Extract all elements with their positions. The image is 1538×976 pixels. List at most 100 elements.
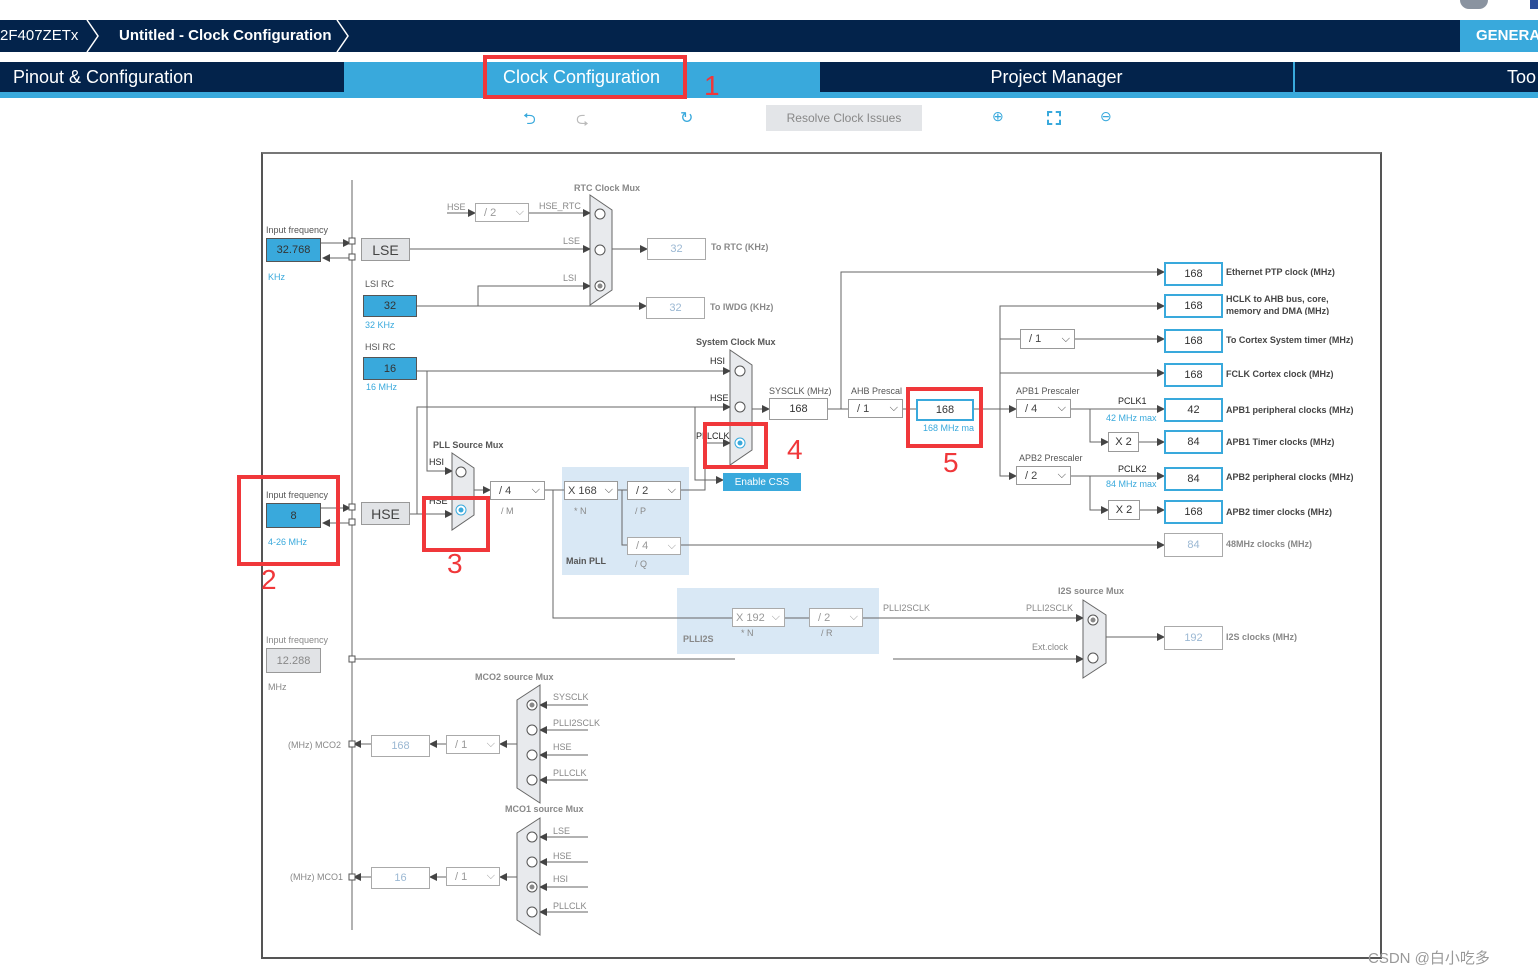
chevron-down-icon: ⌵ bbox=[667, 539, 676, 552]
pclk2-label: PCLK2 bbox=[1118, 464, 1147, 474]
clock-48mhz-value[interactable]: 84 bbox=[1164, 533, 1223, 557]
ahb-prescaler-dropdown[interactable]: / 1 ⌵ bbox=[848, 399, 903, 418]
apb1-peripheral-clock-value[interactable]: 42 bbox=[1164, 398, 1223, 422]
mco1-input-label: HSI bbox=[553, 874, 569, 884]
dropdown-value: / 4 bbox=[499, 484, 512, 497]
i2s-ext-label: Ext.clock bbox=[1032, 642, 1069, 652]
chevron-down-icon: ⌵ bbox=[667, 484, 676, 496]
output-label: Ethernet PTP clock (MHz) bbox=[1226, 267, 1335, 277]
hsi-label: HSI RC bbox=[365, 342, 396, 352]
cortex-system-timer-value[interactable]: 168 bbox=[1164, 329, 1223, 353]
mco1-input-label: LSE bbox=[553, 826, 571, 836]
apb1-timer-multiplier: X 2 bbox=[1108, 432, 1139, 452]
apb1-timer-clock-value[interactable]: 84 bbox=[1164, 430, 1223, 454]
dropdown-value: / 2 bbox=[484, 206, 497, 219]
pll-n-dropdown[interactable]: X 168 ⌵ bbox=[564, 481, 618, 500]
ext-input-label: Input frequency bbox=[266, 635, 329, 645]
annotation-number: 5 bbox=[943, 447, 959, 478]
annotation-number: 2 bbox=[261, 564, 277, 595]
output-label: FCLK Cortex clock (MHz) bbox=[1226, 369, 1334, 379]
chevron-down-icon: ⌵ bbox=[1061, 332, 1070, 345]
annotation-box-4 bbox=[703, 422, 768, 469]
output-label: I2S clocks (MHz) bbox=[1226, 632, 1298, 642]
i2s-clock-value[interactable]: 192 bbox=[1164, 626, 1223, 650]
mco2-input-label: HSE bbox=[553, 742, 572, 752]
dropdown-value: / 1 bbox=[455, 870, 468, 883]
i2s-mux-title: I2S source Mux bbox=[1058, 586, 1125, 596]
mco1-mux-title: MCO1 source Mux bbox=[505, 804, 584, 814]
enable-css-button[interactable]: Enable CSS bbox=[723, 473, 801, 491]
mco1-divider-dropdown[interactable]: / 1 ⌵ bbox=[446, 867, 500, 886]
lsi-label: LSI RC bbox=[365, 279, 395, 289]
iwdg-output-value[interactable]: 32 bbox=[646, 297, 705, 319]
dropdown-value: / 2 bbox=[818, 611, 831, 624]
output-label: 48MHz clocks (MHz) bbox=[1226, 539, 1313, 549]
hsi-value: 16 bbox=[363, 357, 417, 380]
output-label: APB2 timer clocks (MHz) bbox=[1226, 507, 1333, 517]
pclk1-max: 42 MHz max bbox=[1106, 413, 1157, 423]
lse-input-label: Input frequency bbox=[266, 225, 329, 235]
sysclk-value: 168 bbox=[769, 398, 828, 420]
sysclk-label: SYSCLK (MHz) bbox=[769, 386, 832, 396]
fclk-value[interactable]: 168 bbox=[1164, 363, 1223, 387]
pll-m-dropdown[interactable]: / 4 ⌵ bbox=[490, 481, 545, 500]
pllsrc-hsi-label: HSI bbox=[429, 457, 445, 467]
plli2s-n-label: * N bbox=[741, 628, 754, 638]
apb1-prescaler-dropdown[interactable]: / 4 ⌵ bbox=[1016, 399, 1071, 418]
chevron-down-icon: ⌵ bbox=[1057, 469, 1066, 481]
rtc-hse-divider-dropdown[interactable]: / 2 ⌵ bbox=[475, 203, 529, 222]
apb2-prescaler-dropdown[interactable]: / 2 ⌵ bbox=[1016, 466, 1071, 485]
annotation-box-3 bbox=[422, 496, 490, 552]
plli2s-n-dropdown[interactable]: X 192 ⌵ bbox=[732, 608, 785, 627]
mco1-input-label: HSE bbox=[553, 851, 572, 861]
apb2-timer-clock-value[interactable]: 168 bbox=[1164, 500, 1223, 524]
annotation-box-5 bbox=[906, 387, 983, 448]
output-label: HCLK to AHB bus, core, memory and DMA (M… bbox=[1226, 294, 1330, 315]
mco1-value: 16 bbox=[371, 867, 430, 889]
mco2-label: (MHz) MCO2 bbox=[288, 740, 341, 750]
mco1-label: (MHz) MCO1 bbox=[290, 872, 343, 882]
pll-n-label: * N bbox=[574, 506, 587, 516]
dropdown-value: / 1 bbox=[857, 402, 870, 415]
pll-q-dropdown[interactable]: / 4 ⌵ bbox=[627, 537, 681, 555]
hclk-ahb-value[interactable]: 168 bbox=[1164, 294, 1223, 318]
pll-m-label: / M bbox=[501, 506, 514, 516]
rtc-output-value[interactable]: 32 bbox=[647, 238, 706, 260]
output-label: APB1 Timer clocks (MHz) bbox=[1226, 437, 1335, 447]
system-mux-title: System Clock Mux bbox=[696, 337, 776, 347]
pll-source-mux-title: PLL Source Mux bbox=[433, 440, 504, 450]
ahb-prescaler-label: AHB Prescal bbox=[851, 386, 903, 396]
lsi-value: 32 bbox=[363, 295, 417, 317]
mco1-input-label: PLLCLK bbox=[553, 901, 587, 911]
mco2-divider-dropdown[interactable]: / 1 ⌵ bbox=[446, 735, 500, 754]
apb2-prescaler-label: APB2 Prescaler bbox=[1019, 453, 1083, 463]
i2s-pll-label: PLLI2SCLK bbox=[1026, 603, 1074, 613]
mco2-input-label: PLLI2SCLK bbox=[553, 718, 601, 728]
hse-block: HSE bbox=[361, 502, 410, 525]
output-label: APB2 peripheral clocks (MHz) bbox=[1226, 472, 1354, 482]
chevron-down-icon: ⌵ bbox=[604, 484, 613, 496]
lse-unit: KHz bbox=[268, 272, 286, 282]
dropdown-value: X 192 bbox=[736, 611, 765, 624]
watermark: CSDN @白小吃多 bbox=[1368, 950, 1490, 967]
chevron-down-icon: ⌵ bbox=[889, 402, 898, 414]
plli2s-r-dropdown[interactable]: / 2 ⌵ bbox=[809, 608, 863, 627]
output-label: APB1 peripheral clocks (MHz) bbox=[1226, 405, 1354, 415]
rtc-lsi-label: LSI bbox=[563, 273, 577, 283]
rtc-hse-label: HSE bbox=[447, 202, 466, 212]
plli2s-title: PLLI2S bbox=[683, 634, 714, 644]
chevron-down-icon: ⌵ bbox=[771, 611, 780, 623]
pll-p-label: / P bbox=[635, 506, 647, 516]
pclk2-max: 84 MHz max bbox=[1106, 479, 1157, 489]
lse-frequency-input[interactable]: 32.768 bbox=[266, 238, 321, 262]
ethernet-ptp-clock-value[interactable]: 168 bbox=[1164, 262, 1223, 286]
cortex-timer-divider-dropdown[interactable]: / 1 ⌵ bbox=[1020, 329, 1075, 349]
pll-p-dropdown[interactable]: / 2 ⌵ bbox=[627, 481, 681, 500]
dropdown-value: / 2 bbox=[1025, 469, 1038, 482]
dropdown-value: / 2 bbox=[636, 484, 649, 497]
apb2-peripheral-clock-value[interactable]: 84 bbox=[1164, 467, 1223, 491]
mco2-input-label: PLLCLK bbox=[553, 768, 587, 778]
output-label: To Cortex System timer (MHz) bbox=[1226, 335, 1354, 345]
chevron-down-icon: ⌵ bbox=[531, 484, 540, 496]
i2s-ext-frequency-input[interactable]: 12.288 bbox=[266, 648, 321, 673]
